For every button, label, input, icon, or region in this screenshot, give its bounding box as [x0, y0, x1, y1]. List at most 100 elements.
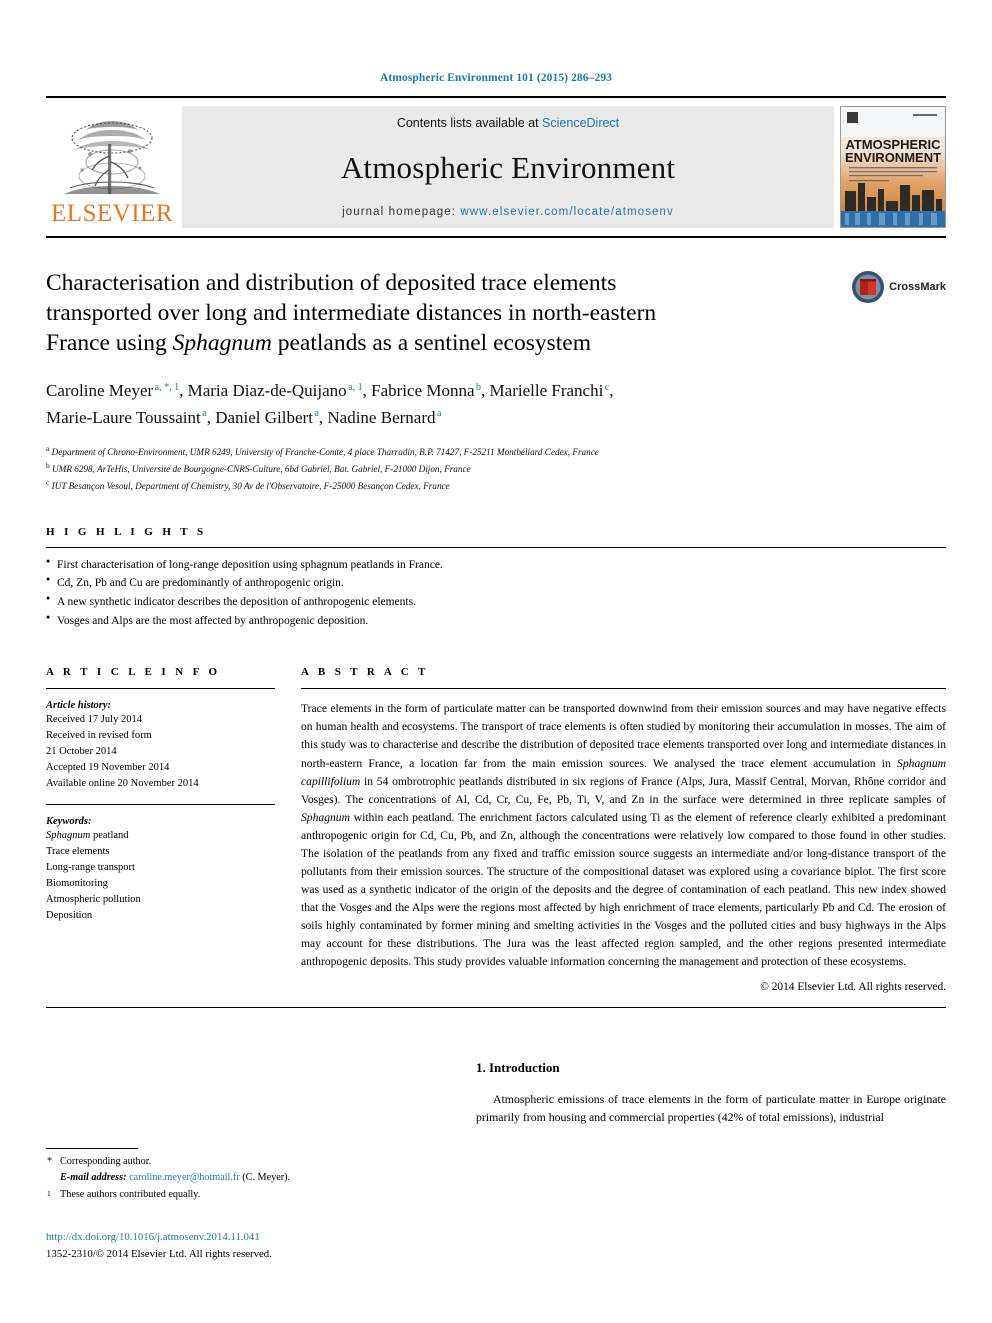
journal-cover-image: ATMOSPHERIC ENVIRONMENT [841, 107, 945, 227]
footnote-email: E-mail address: caroline.meyer@hotmail.f… [46, 1170, 446, 1187]
crossmark-badge[interactable]: CrossMark [851, 270, 946, 304]
affiliation-text: Department of Chrono-Environment, UMR 62… [51, 446, 599, 457]
affiliation-row: a Department of Chrono-Environment, UMR … [46, 443, 946, 460]
author-item[interactable]: Fabrice Monna b [371, 381, 481, 400]
affiliation-list: a Department of Chrono-Environment, UMR … [46, 443, 946, 494]
keyword-item: Trace elements [46, 846, 110, 858]
title-line-3-pre: France using [46, 330, 173, 357]
homepage-prefix: journal homepage: [342, 206, 461, 218]
footnote-marker-asterisk: * [47, 1155, 53, 1167]
history-item: Received in revised form [46, 730, 152, 742]
highlights-section: H I G H L I G H T S First characterisati… [46, 526, 946, 631]
abstract-species-2: Sphagnum [301, 810, 350, 824]
abstract-section: A B S T R A C T Trace elements in the fo… [301, 666, 946, 993]
sciencedirect-link[interactable]: ScienceDirect [542, 116, 619, 130]
author-item[interactable]: Maria Diaz-de-Quijano a, 1 [188, 381, 363, 400]
abstract-part-2: in 54 ombrotrophic peatlands distributed… [301, 774, 946, 806]
affiliation-marker: b [46, 460, 50, 470]
journal-homepage-line: journal homepage: www.elsevier.com/locat… [342, 206, 674, 218]
keywords-block: Keywords: Sphagnum peatland Trace elemen… [46, 804, 275, 924]
elsevier-tree-logo-icon [64, 121, 160, 194]
highlights-list: First characterisation of long-range dep… [46, 555, 946, 631]
author-affiliation-marker: a, *, 1 [154, 381, 180, 393]
keyword-item: Sphagnum peatland [46, 828, 275, 844]
author-item[interactable]: Caroline Meyer a, *, 1 [46, 381, 179, 400]
title-line-2: transported over long and intermediate d… [46, 300, 657, 327]
elsevier-wordmark: ELSEVIER [50, 200, 174, 227]
author-name: Maria Diaz-de-Quijano [187, 381, 347, 401]
footnote-marker-one: 1 [47, 1188, 51, 1198]
keywords-list: Sphagnum peatland Trace elements Long-ra… [46, 828, 275, 924]
info-abstract-row: A R T I C L E I N F O Article history: R… [46, 666, 946, 993]
article-history-lines: Received 17 July 2014 Received in revise… [46, 712, 275, 792]
abstract-heading: A B S T R A C T [301, 666, 429, 679]
author-sep: , [206, 407, 216, 427]
author-name: Nadine Bernard [327, 407, 436, 427]
history-item: 21 October 2014 [46, 746, 117, 758]
history-item: Received 17 July 2014 [46, 714, 142, 726]
affiliation-row: b UMR 6298, ArTeHis, Université de Bourg… [46, 460, 946, 477]
keyword-item: Biomonitoring [46, 877, 108, 889]
footnote-corresponding: * Corresponding author. [46, 1154, 446, 1171]
footnote-column: * Corresponding author. E-mail address: … [46, 1060, 476, 1263]
keyword-italic: Sphagnum [46, 830, 91, 842]
author-name: Fabrice Monna [371, 381, 475, 401]
footer-doi-block: http://dx.doi.org/10.1016/j.atmosenv.201… [46, 1229, 446, 1262]
footnote-equal-contribution: 1 These authors contributed equally. [46, 1187, 446, 1204]
footnote-equal-text: These authors contributed equally. [60, 1188, 201, 1200]
footnotes: * Corresponding author. E-mail address: … [46, 1154, 446, 1204]
author-item[interactable]: Nadine Bernard a [327, 408, 441, 427]
history-item: Available online 20 November 2014 [46, 778, 199, 790]
author-name: Daniel Gilbert [215, 407, 313, 427]
article-info-rule [46, 688, 275, 690]
doi-link[interactable]: http://dx.doi.org/10.1016/j.atmosenv.201… [46, 1229, 446, 1246]
author-affiliation-marker: a [436, 407, 442, 419]
page-title: Characterisation and distribution of dep… [46, 268, 836, 358]
footnote-corresponding-text: Corresponding author. [60, 1155, 152, 1167]
highlights-heading: H I G H L I G H T S [46, 525, 207, 538]
journal-cover-thumbnail[interactable]: ATMOSPHERIC ENVIRONMENT [840, 106, 946, 228]
list-item: A new synthetic indicator describes the … [46, 592, 946, 612]
highlights-rule [46, 546, 946, 548]
contents-available-line: Contents lists available at ScienceDirec… [397, 116, 619, 130]
list-item: Vosges and Alps are the most affected by… [46, 611, 946, 631]
author-sep: , [609, 381, 614, 401]
bottom-columns: * Corresponding author. E-mail address: … [46, 1060, 946, 1263]
author-item[interactable]: Daniel Gilbert a [215, 408, 319, 427]
keyword-item: Deposition [46, 909, 93, 921]
banner-center: Contents lists available at ScienceDirec… [182, 106, 834, 228]
author-name: Marie-Laure Toussaint [46, 407, 201, 427]
abstract-part-1: Trace elements in the form of particulat… [301, 702, 946, 770]
author-list: Caroline Meyer a, *, 1, Maria Diaz-de-Qui… [46, 378, 946, 431]
homepage-url-link[interactable]: www.elsevier.com/locate/atmosenv [460, 206, 674, 218]
elsevier-logo[interactable]: ELSEVIER [46, 106, 178, 228]
keyword-item: Atmospheric pollution [46, 893, 141, 905]
abstract-text: Trace elements in the form of particulat… [301, 700, 946, 971]
author-sep: , [481, 381, 490, 401]
introduction-paragraph: Atmospheric emissions of trace elements … [476, 1091, 946, 1125]
abstract-part-3: within each peatland. The enrichment fac… [301, 810, 946, 969]
copyright-line: © 2014 Elsevier Ltd. All rights reserved… [760, 980, 946, 993]
journal-title: Atmospheric Environment [340, 150, 676, 185]
author-line-1: Caroline Meyer a, *, 1, Maria Diaz-de-Qui… [46, 378, 946, 404]
author-item[interactable]: Marie-Laure Toussaint a [46, 408, 207, 427]
email-link[interactable]: caroline.meyer@hotmail.fr [129, 1172, 240, 1183]
title-line-1: Characterisation and distribution of dep… [46, 270, 617, 296]
author-name: Marielle Franchi [489, 381, 604, 401]
list-item: First characterisation of long-range dep… [46, 555, 946, 575]
affiliation-marker: a [46, 443, 50, 453]
affiliation-row: c IUT Besançon Vesoul, Department of Che… [46, 477, 946, 494]
article-page: Atmospheric Environment 101 (2015) 286–2… [0, 0, 992, 1323]
keywords-label: Keywords: [46, 816, 92, 828]
author-affiliation-marker: a, 1 [348, 381, 363, 393]
author-item[interactable]: Marielle Franchi c [490, 381, 610, 400]
author-name: Caroline Meyer [46, 381, 154, 401]
abstract-bottom-rule [46, 1006, 946, 1008]
footnote-rule [46, 1147, 138, 1149]
email-suffix: (C. Meyer). [239, 1172, 291, 1184]
affiliation-text: IUT Besançon Vesoul, Department of Chemi… [51, 480, 450, 491]
introduction-column: 1. Introduction Atmospheric emissions of… [476, 1060, 946, 1263]
author-line-2: Marie-Laure Toussaint a, Daniel Gilbert a,… [46, 405, 946, 431]
journal-banner: ELSEVIER Contents lists available at Sci… [46, 96, 946, 228]
running-head: Atmospheric Environment 101 (2015) 286–2… [379, 72, 613, 84]
